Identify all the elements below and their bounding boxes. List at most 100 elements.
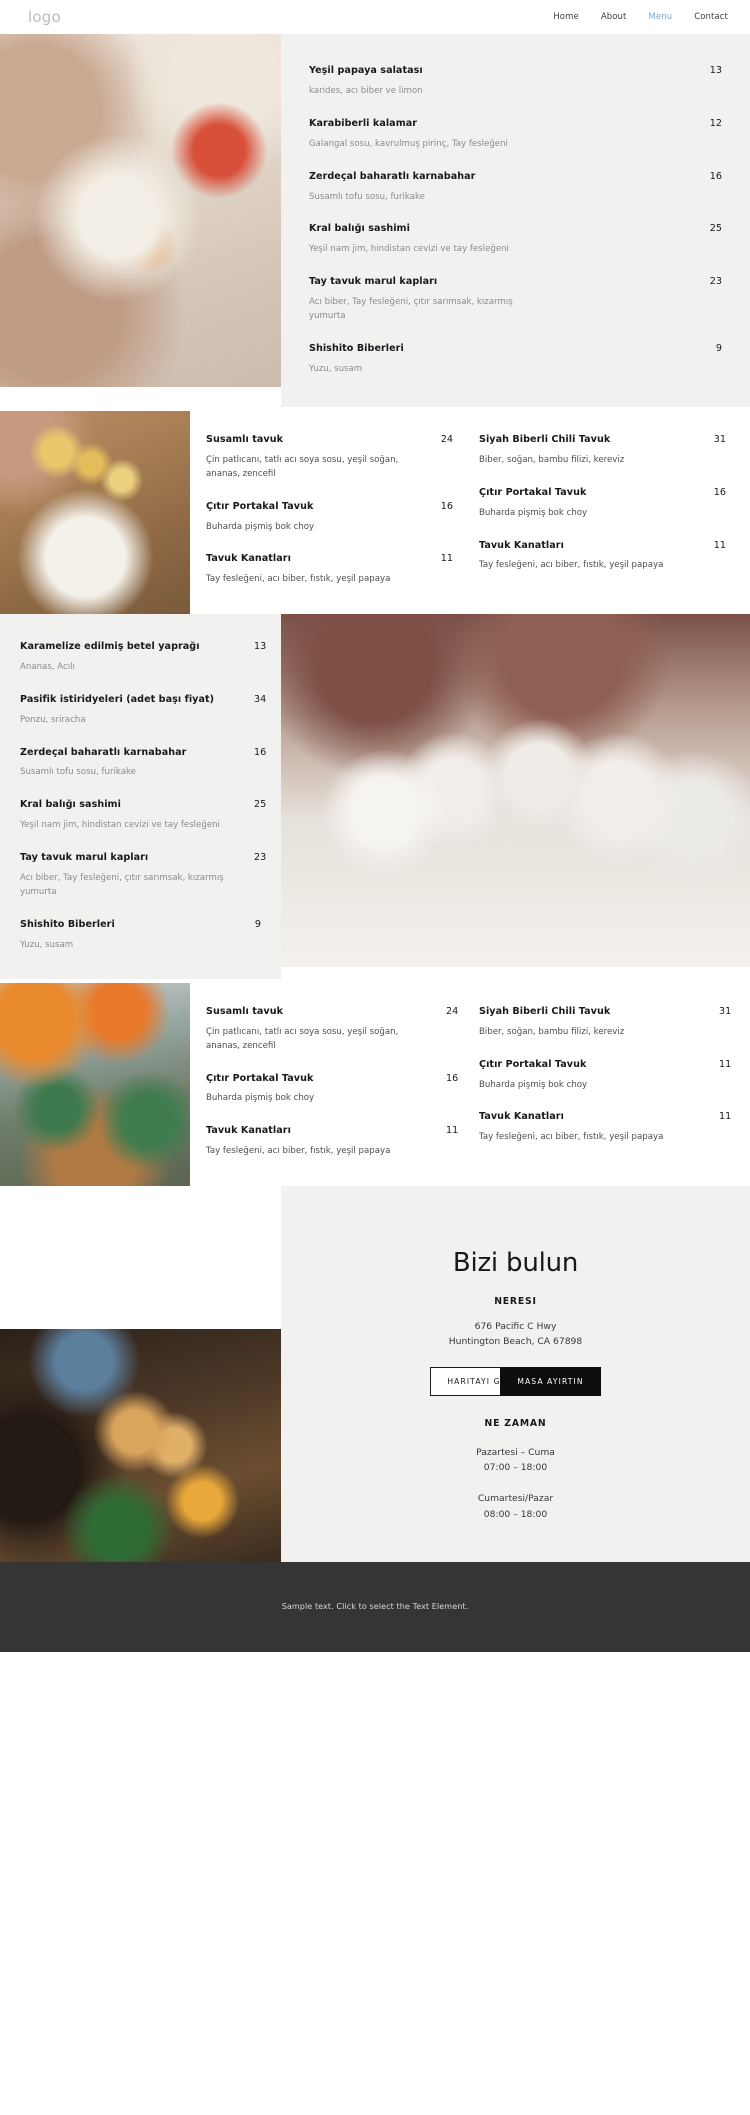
menu-item-price: 34 — [254, 693, 267, 705]
hours-weekday: Pazartesi – Cuma 07:00 – 18:00 — [476, 1445, 555, 1475]
menu-item-price: 11 — [719, 1058, 732, 1070]
menu-item[interactable]: Tavuk Kanatları 11 Tay fesleğeni, acı bi… — [479, 1110, 731, 1145]
photo-server-with-food — [0, 1328, 281, 1562]
menu-item[interactable]: Tavuk Kanatları 11 Tay fesleğeni, acı bi… — [206, 552, 453, 587]
menu-item-name: Çıtır Portakal Tavuk — [479, 1058, 587, 1070]
menu-column-right: Siyah Biberli Chili Tavuk 31 Biber, soğa… — [479, 433, 726, 587]
menu-item-description: karides, acı biber ve limon — [309, 85, 423, 96]
nav-item-home[interactable]: Home — [553, 12, 579, 22]
menu-item[interactable]: Susamlı tavuk 24 Çin patlıcanı, tatlı ac… — [206, 1005, 459, 1054]
menu-item-price: 24 — [446, 1005, 459, 1017]
page-root: logo Home About Menu Contact Yeşil papay… — [0, 0, 750, 1652]
photo-outdoor-patio — [0, 982, 190, 1186]
hours-weekend-time: 08:00 – 18:00 — [483, 1508, 548, 1520]
menu-column-right: Siyah Biberli Chili Tavuk 31 Biber, soğa… — [479, 1005, 732, 1159]
menu-item[interactable]: Siyah Biberli Chili Tavuk 31 Biber, soğa… — [479, 433, 726, 468]
contact-card: Bizi bulun NERESI 676 Pacific C Hwy Hunt… — [281, 1185, 750, 1562]
menu-item[interactable]: Çıtır Portakal Tavuk 16 Buharda pişmiş b… — [206, 1072, 458, 1107]
menu-item-description: Ananas, Acılı — [20, 661, 75, 672]
contact-when-label: NE ZAMAN — [484, 1418, 547, 1430]
menu-section-mains: Susamlı tavuk 24 Çin patlıcanı, tatlı ac… — [0, 406, 750, 614]
menu-item-name: Kral balığı sashimi — [20, 799, 121, 811]
menu-item-name: Tay tavuk marul kapları — [309, 276, 438, 288]
menu-item-name: Pasifik istiridyeleri (adet başı fiyat) — [20, 693, 215, 705]
menu-item-description: Çin patlıcanı, tatlı acı soya sosu, yeşi… — [206, 1026, 399, 1051]
menu-item-name: Tavuk Kanatları — [479, 539, 564, 551]
menu-item-price: 25 — [709, 223, 722, 235]
menu-item[interactable]: Susamlı tavuk 24 Çin patlıcanı, tatlı ac… — [206, 433, 453, 482]
menu-section-starters: Yeşil papaya salatası 13 karides, acı bi… — [0, 34, 750, 407]
contact-section: Bizi bulun NERESI 676 Pacific C Hwy Hunt… — [0, 1185, 750, 1562]
menu-item-description: Ponzu, sriracha — [20, 714, 86, 725]
menu-item-name: Kral balığı sashimi — [309, 223, 410, 235]
menu-item-price: 12 — [709, 117, 722, 129]
menu-item-description: Tay fesleğeni, acı biber, fıstık, yeşil … — [479, 560, 664, 571]
menu-item[interactable]: Karamelize edilmiş betel yaprağı 13 Anan… — [20, 640, 266, 675]
nav-item-about[interactable]: About — [601, 12, 627, 22]
menu-item-price: 11 — [713, 539, 726, 551]
site-header: logo Home About Menu Contact — [0, 0, 750, 34]
menu-item[interactable]: Çıtır Portakal Tavuk 16 Buharda pişmiş b… — [479, 486, 726, 521]
menu-item[interactable]: Shishito Biberleri 9 Yuzu, susam — [20, 918, 261, 953]
hours-weekend-days: Cumartesi/Pazar — [477, 1493, 554, 1505]
menu-item-description: Biber, soğan, bambu filizi, kereviz — [479, 1026, 625, 1037]
menu-item[interactable]: Tay tavuk marul kapları 23 Acı biber, Ta… — [20, 851, 266, 900]
menu-item-description: Biber, soğan, bambu filizi, kereviz — [479, 454, 625, 465]
menu-item-name: Susamlı tavuk — [206, 1005, 284, 1017]
menu-item-description: Susamlı tofu sosu, furikake — [309, 191, 425, 202]
menu-item[interactable]: Çıtır Portakal Tavuk 11 Buharda pişmiş b… — [479, 1058, 732, 1093]
site-footer: Sample text. Click to select the Text El… — [0, 1561, 750, 1652]
menu-item[interactable]: Pasifik istiridyeleri (adet başı fiyat) … — [20, 693, 267, 728]
menu-item-price: 31 — [719, 1005, 732, 1017]
hours-weekend: Cumartesi/Pazar 08:00 – 18:00 — [478, 1491, 553, 1521]
footer-sample-text[interactable]: Sample text. Click to select the Text El… — [282, 1602, 469, 1611]
menu-item[interactable]: Karabiberli kalamar 12 Galangal sosu, ka… — [309, 117, 722, 152]
menu-item[interactable]: Tavuk Kanatları 11 Tay fesleğeni, acı bi… — [479, 539, 726, 574]
menu-item[interactable]: Çıtır Portakal Tavuk 16 Buharda pişmiş b… — [206, 500, 453, 535]
menu-item[interactable]: Zerdeçal baharatlı karnabahar 16 Susamlı… — [20, 746, 267, 781]
menu-item-price: 11 — [446, 1125, 459, 1137]
photo-salad-plate — [0, 34, 281, 387]
menu-column-left: Susamlı tavuk 24 Çin patlıcanı, tatlı ac… — [206, 433, 453, 587]
menu-section-specials: Susamlı tavuk 24 Çin patlıcanı, tatlı ac… — [0, 978, 750, 1186]
menu-item-name: Yeşil papaya salatası — [309, 65, 423, 76]
menu-item-name: Shishito Biberleri — [20, 918, 115, 930]
menu-item-name: Siyah Biberli Chili Tavuk — [479, 433, 611, 445]
menu-item-name: Tay tavuk marul kapları — [20, 852, 149, 864]
reserve-table-button[interactable]: MASA AYIRTIN — [500, 1367, 601, 1397]
menu-item[interactable]: Zerdeçal baharatlı karnabahar 16 Susamlı… — [309, 170, 722, 205]
menu-item-name: Zerdeçal baharatlı karnabahar — [20, 746, 187, 758]
nav-item-contact[interactable]: Contact — [694, 12, 728, 22]
contact-photo-column — [0, 1185, 281, 1562]
menu-item[interactable]: Kral balığı sashimi 25 Yeşil nam jim, hi… — [20, 798, 266, 833]
menu-list-small-plates: Karamelize edilmiş betel yaprağı 13 Anan… — [0, 613, 281, 979]
menu-item-description: Tay fesleğeni, acı biber, fıstık, yeşil … — [479, 1132, 664, 1143]
menu-item-description: Buharda pişmiş bok choy — [479, 1079, 588, 1090]
main-navigation: Home About Menu Contact — [553, 12, 728, 22]
menu-item-description: Buharda pişmiş bok choy — [206, 1093, 315, 1104]
menu-item-price: 9 — [254, 918, 261, 930]
menu-item-description: Buharda pişmiş bok choy — [206, 521, 315, 532]
menu-item-description: Susamlı tofu sosu, furikake — [20, 767, 136, 778]
contact-where-label: NERESI — [494, 1295, 537, 1307]
menu-item-name: Çıtır Portakal Tavuk — [206, 500, 314, 512]
nav-item-menu[interactable]: Menu — [648, 12, 672, 22]
site-logo[interactable]: logo — [28, 8, 61, 26]
menu-item-name: Susamlı tavuk — [206, 433, 284, 445]
photo-table-with-beer — [0, 410, 190, 614]
menu-item-name: Çıtır Portakal Tavuk — [206, 1072, 314, 1084]
menu-item[interactable]: Siyah Biberli Chili Tavuk 31 Biber, soğa… — [479, 1005, 732, 1040]
menu-item[interactable]: Tavuk Kanatları 11 Tay fesleğeni, acı bi… — [206, 1124, 459, 1159]
hours-weekday-days: Pazartesi – Cuma — [476, 1447, 555, 1459]
menu-item-name: Zerdeçal baharatlı karnabahar — [309, 170, 476, 182]
menu-item[interactable]: Kral balığı sashimi 25 Yeşil nam jim, hi… — [309, 222, 722, 257]
menu-item[interactable]: Tay tavuk marul kapları 23 Acı biber, Ta… — [309, 275, 722, 324]
menu-item-name: Tavuk Kanatları — [479, 1111, 564, 1123]
menu-list-specials: Susamlı tavuk 24 Çin patlıcanı, tatlı ac… — [190, 978, 750, 1186]
menu-list-starters: Yeşil papaya salatası 13 karides, acı bi… — [281, 34, 750, 407]
menu-item-price: 16 — [254, 746, 267, 758]
menu-item[interactable]: Yeşil papaya salatası 13 karides, acı bi… — [309, 64, 722, 99]
menu-item[interactable]: Shishito Biberleri 9 Yuzu, susam — [309, 342, 722, 377]
menu-item-price: 24 — [440, 433, 453, 445]
menu-item-name: Karabiberli kalamar — [309, 117, 418, 129]
